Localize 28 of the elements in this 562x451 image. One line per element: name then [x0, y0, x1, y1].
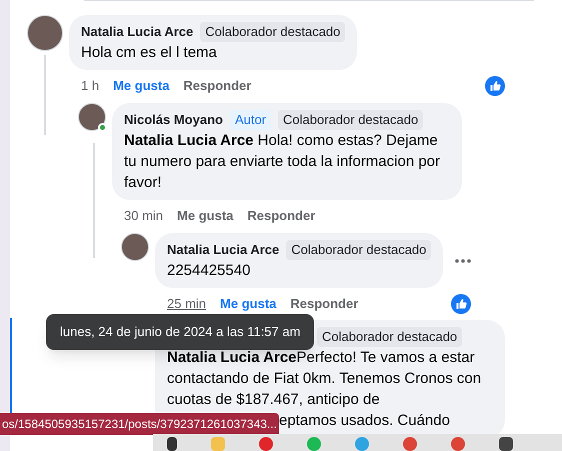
author-name[interactable]: Natalia Lucia Arce [81, 22, 194, 42]
taskbar-icon[interactable] [167, 437, 177, 451]
reply-link[interactable]: Responder [247, 208, 316, 224]
reply-link[interactable]: Responder [183, 78, 252, 94]
author-tag: Autor [230, 110, 272, 130]
contributor-tag: Colaborador destacado [286, 240, 432, 260]
timestamp-link[interactable]: 1 h [81, 78, 100, 94]
timestamp-link[interactable]: 30 min [124, 208, 164, 224]
like-link[interactable]: Me gusta [220, 296, 276, 312]
avatar[interactable] [121, 233, 149, 261]
contributor-tag: Colaborador destacado [200, 22, 346, 42]
like-link[interactable]: Me gusta [113, 78, 170, 94]
contributor-tag: Colaborador destacado [317, 327, 462, 347]
status-bar-url: os/1584505935157231/posts/3792371261037343... [0, 413, 279, 435]
reply-link[interactable]: Responder [290, 296, 358, 312]
comment-text: Hola cm es el l tema [81, 43, 218, 63]
comment-text: Natalia Lucia Arce Hola! como estas? Dejame tu numero para enviarte toda la informacion por favor! [124, 131, 442, 193]
comment-text: 2254425540 [167, 261, 252, 281]
date-tooltip: lunes, 24 de junio de 2024 a las 11:57 am [46, 314, 314, 350]
avatar[interactable] [78, 103, 106, 131]
contributor-tag: Colaborador destacado [278, 110, 424, 130]
author-name[interactable]: Nicolás Moyano [124, 110, 223, 130]
avatar[interactable] [27, 15, 63, 51]
timestamp-link[interactable]: 25 min [167, 296, 206, 312]
like-link[interactable]: Me gusta [177, 208, 234, 224]
author-name[interactable]: Natalia Lucia Arce [167, 240, 280, 260]
more-options-icon[interactable] [455, 258, 472, 262]
taskbar-icon[interactable] [499, 437, 513, 451]
